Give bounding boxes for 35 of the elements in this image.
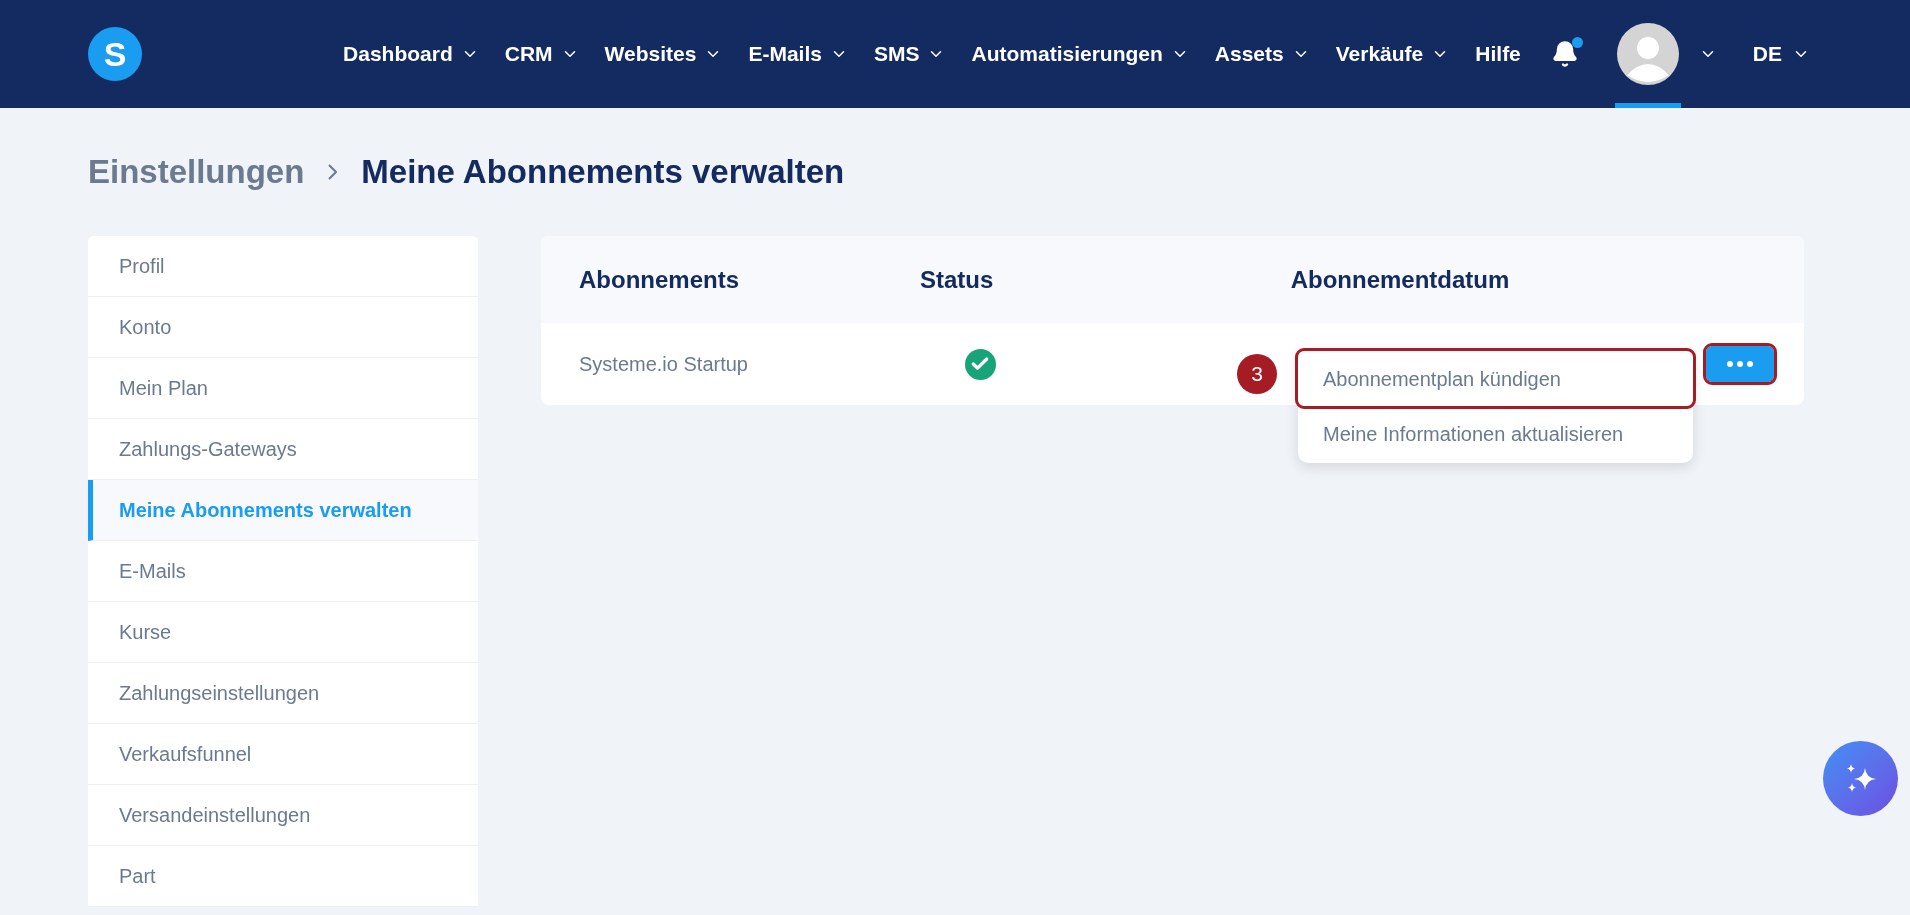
sidebar-item[interactable]: Kurse — [88, 602, 478, 663]
nav-menu-item[interactable]: Assets — [1214, 38, 1310, 70]
nav-menu-item[interactable]: Dashboard — [343, 38, 479, 70]
column-header: Status — [920, 264, 995, 295]
sidebar-item[interactable]: Profil — [88, 236, 478, 297]
menu-item[interactable]: Meine Informationen aktualisieren — [1298, 406, 1693, 461]
nav-menu-item[interactable]: Websites — [604, 38, 723, 70]
sidebar-item[interactable]: Zahlungseinstellungen — [88, 663, 478, 724]
sidebar-item[interactable]: Verkaufsfunnel — [88, 724, 478, 785]
bell-icon[interactable] — [1550, 40, 1579, 68]
nav-menu-item[interactable]: SMS — [873, 38, 946, 70]
column-header: Abonnementdatum — [1289, 264, 1511, 295]
table-cell-text: Systeme.io Startup — [579, 352, 749, 377]
sidebar-item[interactable]: Mein Plan — [88, 358, 478, 419]
logo[interactable]: S — [88, 27, 142, 81]
chevron-right-icon — [328, 164, 338, 180]
page-title: Meine Abonnements verwalten — [361, 152, 845, 193]
sidebar-item[interactable]: Konto — [88, 297, 478, 358]
nav-menu-item[interactable]: Verkäufe — [1335, 38, 1450, 70]
sidebar-item[interactable]: Versandeinstellungen — [88, 785, 478, 846]
step-number-badge: 3 — [1237, 354, 1277, 394]
more-icon — [1727, 361, 1753, 367]
nav-menu-item[interactable]: Automatisierungen — [971, 38, 1189, 70]
nav-menu-item[interactable]: Hilfe — [1475, 38, 1521, 70]
nav-menu-item[interactable]: CRM — [504, 38, 579, 70]
sidebar-item[interactable]: E-Mails — [88, 541, 478, 602]
menu-item[interactable]: Abonnementplan kündigen — [1298, 351, 1693, 406]
breadcrumb-link[interactable]: Einstellungen — [88, 147, 305, 197]
nav-menu-item[interactable]: E-Mails — [748, 38, 848, 70]
column-header: Abonnements — [579, 264, 740, 295]
sidebar-item[interactable]: Part — [88, 846, 478, 907]
language-selector[interactable]: DE — [1752, 38, 1810, 70]
more-options-button[interactable] — [1706, 346, 1774, 382]
sidebar-item[interactable]: Meine Abonnements verwalten — [88, 480, 478, 541]
avatar — [1616, 23, 1679, 85]
